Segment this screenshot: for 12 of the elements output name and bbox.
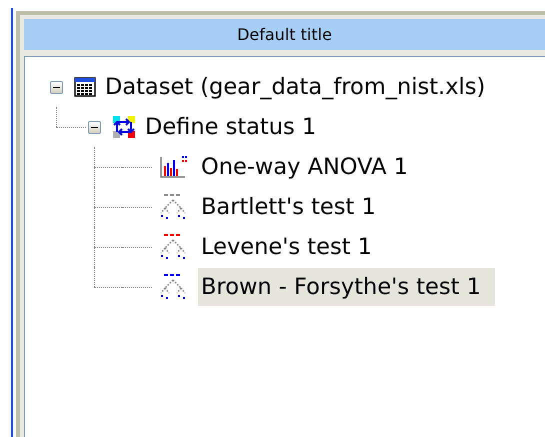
table-icon [74, 77, 96, 97]
bar-chart-icon [158, 154, 188, 180]
panel-header: Default title [24, 19, 545, 50]
tree-item[interactable]: One-way ANOVA 1 [198, 148, 411, 186]
tree-item[interactable]: Bartlett's test 1 [198, 188, 379, 226]
tree-item[interactable]: Dataset (gear_data_from_nist.xls) [102, 68, 488, 106]
arrows-icon [112, 115, 136, 139]
tree-item[interactable]: Brown - Forsythe's test 1 [198, 268, 495, 306]
collapse-button[interactable] [50, 80, 63, 94]
collapse-button[interactable] [88, 120, 101, 134]
tree-item[interactable]: Levene's test 1 [198, 228, 375, 266]
tree-item[interactable]: Define status 1 [142, 108, 320, 146]
